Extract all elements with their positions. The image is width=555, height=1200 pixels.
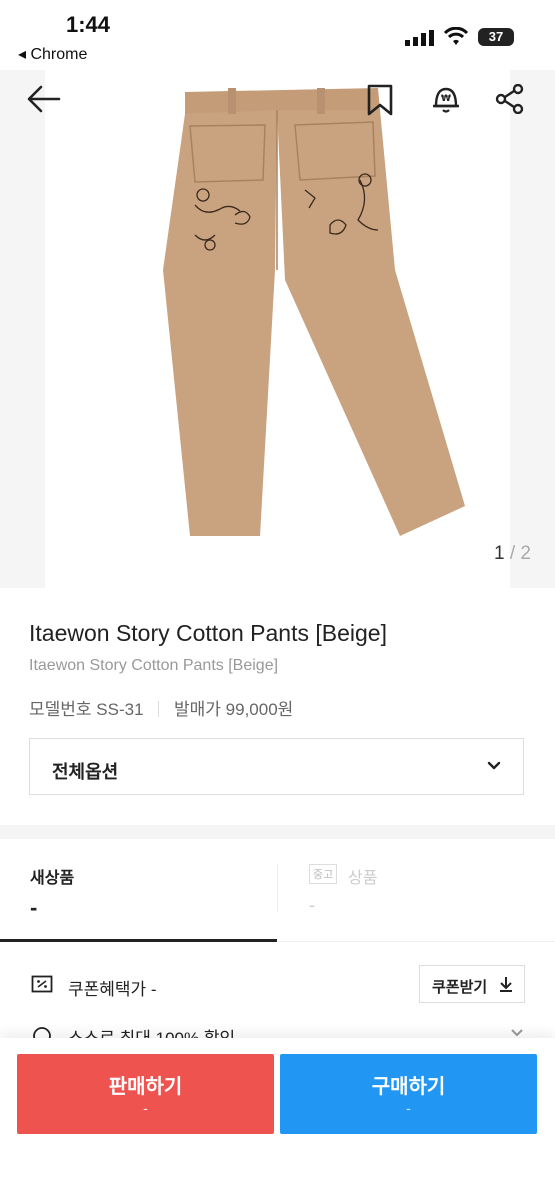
model-number-label: 모델번호 (29, 700, 92, 719)
tab-used-label: 상품 (348, 870, 378, 887)
used-badge: 중고 (309, 864, 338, 884)
back-arrow-icon[interactable] (27, 85, 61, 113)
sell-button[interactable]: 판매하기 - (17, 1054, 274, 1134)
tab-new-price: - (30, 895, 38, 920)
get-coupon-label: 쿠폰받기 (432, 979, 488, 996)
model-number-value: SS-31 (96, 700, 144, 719)
release-price-label: 발매가 (174, 700, 221, 719)
bottom-action-bar: 판매하기 - 구매하기 - (0, 1038, 555, 1200)
status-bar: 1:44 ◂ Chrome 37 (0, 0, 555, 70)
clock: 1:44 (66, 12, 111, 37)
get-coupon-button[interactable]: 쿠폰받기 (419, 965, 525, 1003)
image-counter-current: 1 (494, 543, 505, 564)
release-price-value: 99,000원 (225, 700, 294, 719)
product-title: Itaewon Story Cotton Pants [Beige] (29, 620, 387, 646)
product-meta: 모델번호 SS-31 발매가 99,000원 (29, 695, 293, 720)
buy-button-price: - (406, 1100, 411, 1116)
price-alert-bell-icon[interactable]: ₩ (430, 83, 462, 115)
coupon-row: 쿠폰혜택가 - 쿠폰받기 (0, 965, 555, 1005)
section-divider (0, 825, 555, 839)
back-to-app-link[interactable]: ◂ Chrome (18, 44, 87, 64)
buy-button-label: 구매하기 (371, 1076, 446, 1098)
meta-divider (158, 701, 160, 717)
share-icon[interactable] (495, 84, 525, 114)
buy-button[interactable]: 구매하기 - (280, 1054, 537, 1134)
product-photo (45, 70, 510, 588)
wifi-icon (444, 27, 468, 45)
coupon-price-label: 쿠폰혜택가 - (68, 980, 157, 999)
sell-button-label: 판매하기 (108, 1076, 183, 1098)
option-select[interactable]: 전체옵션 (29, 738, 524, 795)
tab-new-label: 새상품 (30, 870, 75, 887)
image-counter-total: 2 (520, 543, 531, 564)
chevron-down-icon (511, 1029, 523, 1037)
tab-used-product[interactable]: 중고 상품 - (278, 839, 555, 942)
battery-indicator: 37 (478, 28, 514, 46)
tab-used-price: - (309, 895, 315, 915)
image-counter-separator: / (504, 543, 521, 564)
download-icon (500, 977, 512, 992)
svg-text:₩: ₩ (441, 94, 451, 104)
image-counter: 1 / 2 (494, 543, 531, 565)
tab-new-product[interactable]: 새상품 - (0, 839, 277, 942)
chevron-down-icon (487, 761, 501, 770)
product-subtitle: Itaewon Story Cotton Pants [Beige] (29, 657, 279, 674)
sell-button-price: - (143, 1100, 148, 1116)
option-select-label: 전체옵션 (52, 762, 119, 782)
cellular-signal-icon (405, 30, 434, 46)
product-image-gallery[interactable]: ₩ 1 / 2 (0, 70, 555, 588)
coupon-icon (31, 975, 53, 993)
bookmark-icon[interactable] (367, 84, 393, 116)
